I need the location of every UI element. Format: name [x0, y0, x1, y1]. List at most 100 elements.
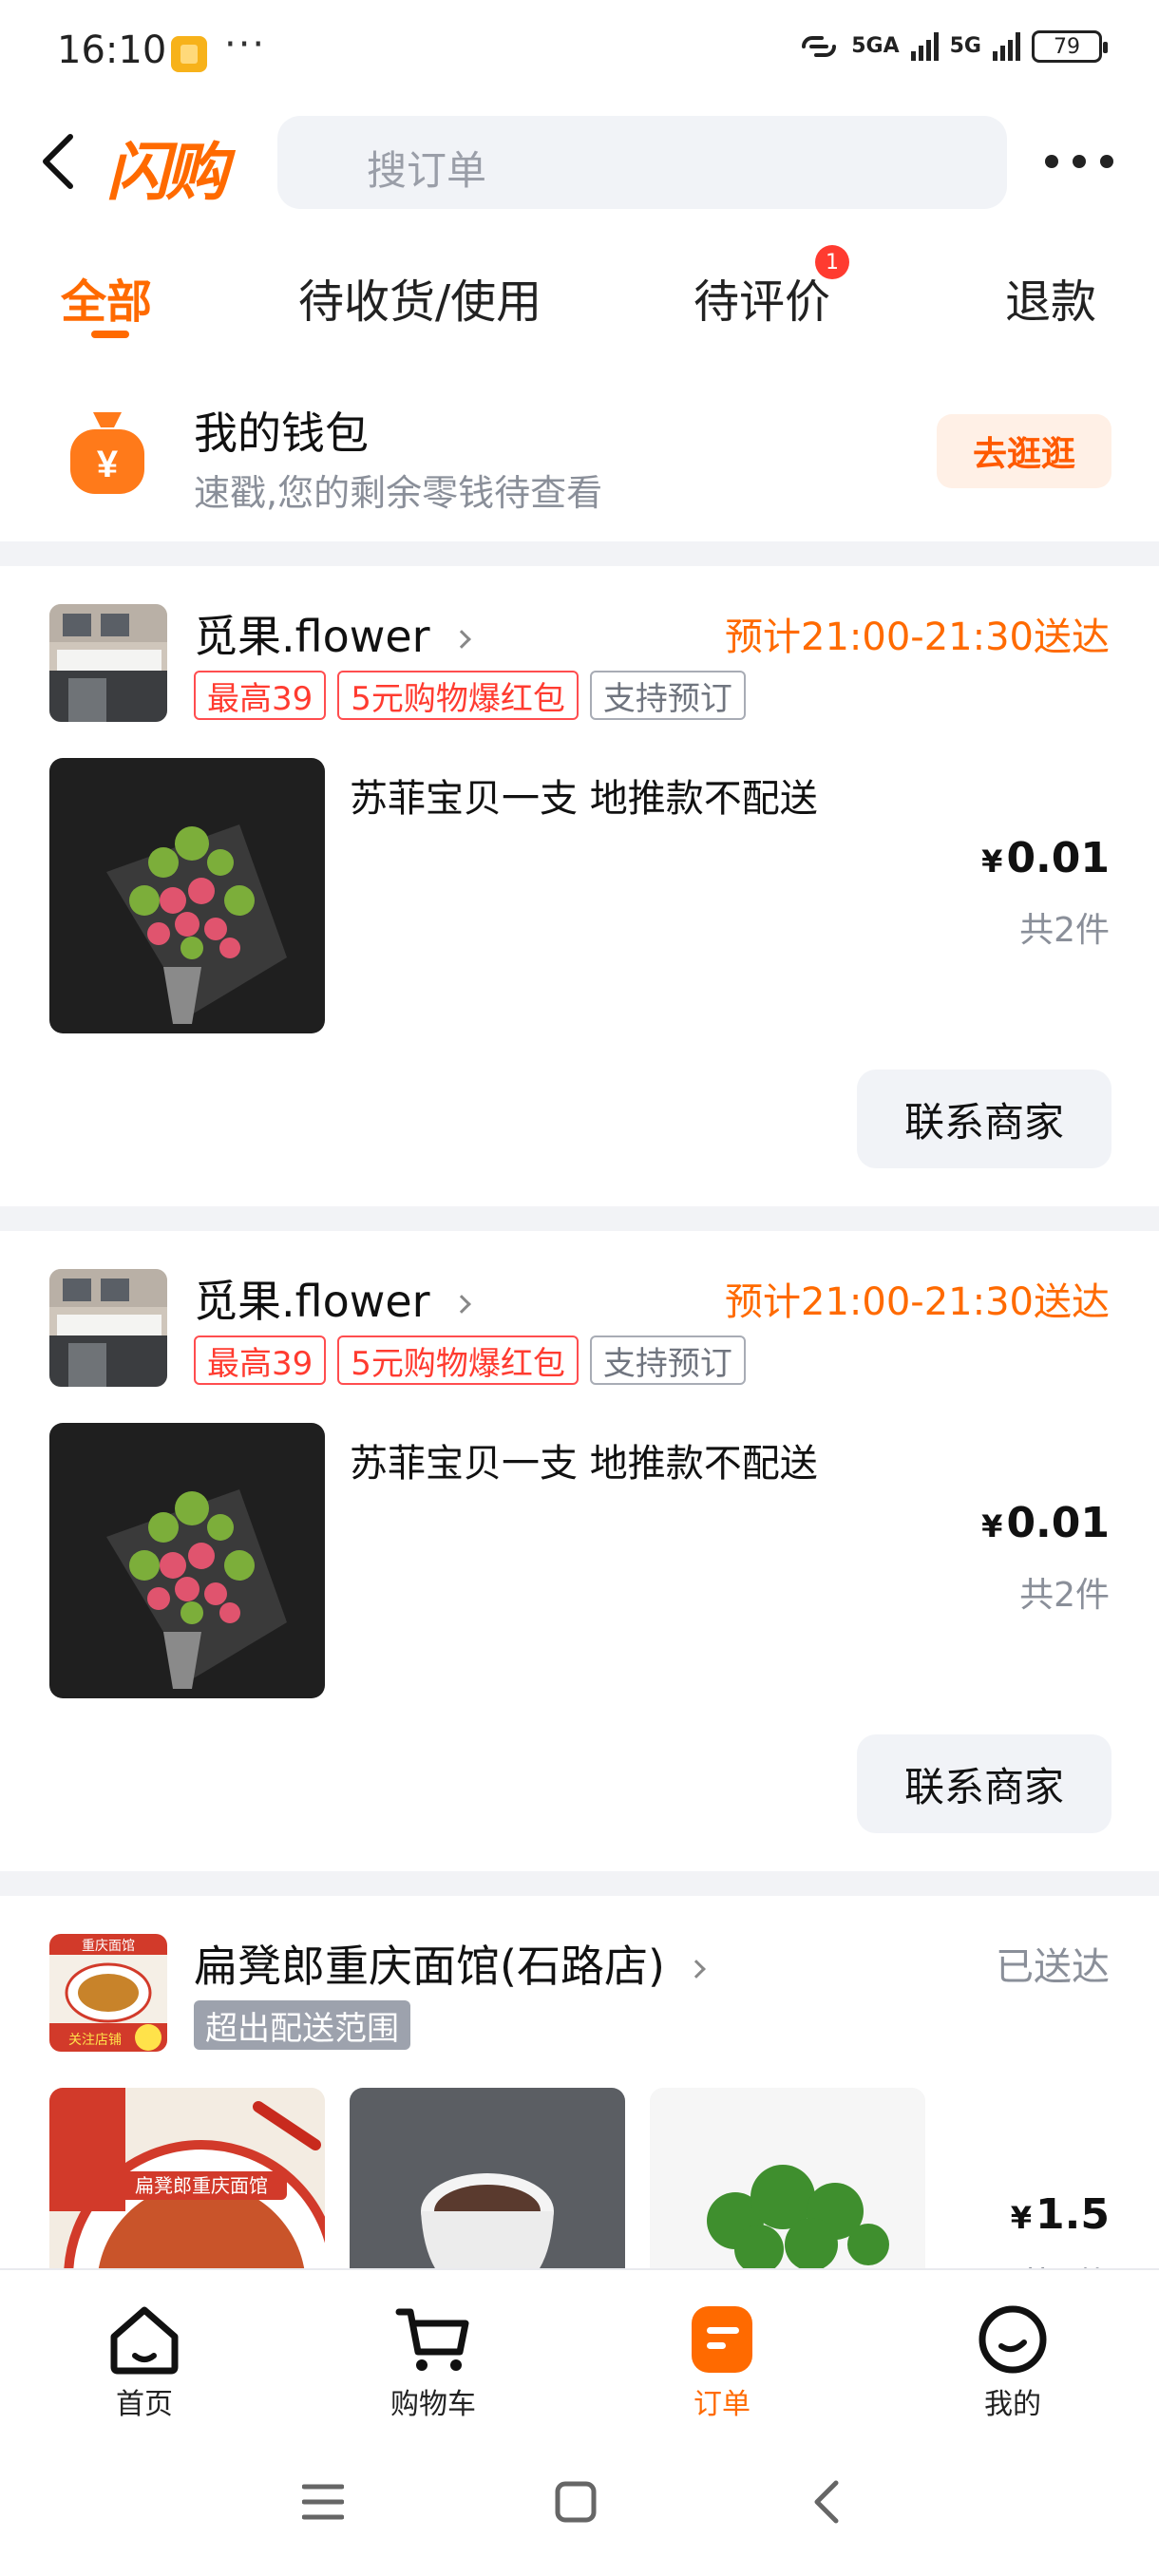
- order-card[interactable]: 觅果.flower 预计21:00-21:30送达 最高39 5元购物爆红包 支…: [0, 566, 1159, 1206]
- shop-name: 觅果.flower: [194, 611, 430, 662]
- signal-icon-2: [993, 32, 1020, 61]
- system-navigation-bar: [0, 2451, 1159, 2576]
- wallet-title: 我的钱包: [194, 407, 369, 459]
- tag-max-discount: 最高39: [194, 1335, 327, 1385]
- wallet-subtitle: 速戳,您的剩余零钱待查看: [194, 472, 603, 514]
- tab-pending-receipt[interactable]: 待收货/使用: [298, 264, 542, 331]
- tab-refund[interactable]: 退款: [1005, 264, 1096, 331]
- battery-level: 79: [1054, 34, 1080, 59]
- profile-icon: [978, 2305, 1047, 2374]
- nav-orders-label: 订单: [694, 2388, 750, 2421]
- wallet-browse-button[interactable]: 去逛逛: [937, 414, 1112, 488]
- order-card[interactable]: 重庆面馆 关注店铺 扁凳郎重庆面馆(石路店) 已送达 超出配送范围 扁凳郎重庆面…: [0, 1896, 1159, 2268]
- nav-home-label: 首页: [116, 2388, 173, 2421]
- shop-name-link[interactable]: 扁凳郎重庆面馆(石路店): [194, 1932, 706, 1995]
- active-tab-indicator: [91, 331, 129, 338]
- order-price: ¥1.5: [1011, 2190, 1110, 2239]
- home-square-icon[interactable]: [555, 2481, 597, 2523]
- chevron-right-icon: [687, 1960, 706, 1979]
- thumb-caption: 关注店铺: [68, 2033, 122, 2048]
- section-divider: [0, 1206, 1159, 1231]
- contact-merchant-button[interactable]: 联系商家: [857, 1734, 1112, 1833]
- order-price: ¥0.01: [981, 1499, 1110, 1547]
- product-name: 苏菲宝贝一支 地推款不配送: [350, 777, 818, 821]
- currency-symbol: ¥: [981, 1508, 1003, 1544]
- shop-name-link[interactable]: 觅果.flower: [194, 1267, 471, 1330]
- menu-icon[interactable]: [302, 2483, 344, 2521]
- review-count-badge: 1: [815, 245, 849, 279]
- chevron-right-icon: [451, 630, 471, 649]
- order-card[interactable]: 觅果.flower 预计21:00-21:30送达 最高39 5元购物爆红包 支…: [0, 1231, 1159, 1871]
- item-count: 共2件: [1019, 911, 1110, 950]
- shop-tags: 最高39 5元购物爆红包 支持预订: [194, 1335, 746, 1385]
- currency-symbol: ¥: [1010, 2200, 1033, 2236]
- more-dot-icon: [1100, 155, 1113, 168]
- signal-icon: [910, 32, 939, 61]
- search-placeholder: 搜订单: [367, 147, 487, 194]
- nav-home[interactable]: 首页: [68, 2304, 220, 2422]
- tab-all[interactable]: 全部: [61, 264, 152, 331]
- battery-icon: 79: [1032, 30, 1108, 63]
- network-type-2: 5G: [949, 34, 981, 58]
- item-count: 共2件: [1019, 1576, 1110, 1615]
- shop-avatar[interactable]: 重庆面馆 关注店铺: [49, 1934, 167, 2052]
- product-name: 苏菲宝贝一支 地推款不配送: [350, 1442, 818, 1486]
- cart-icon: [395, 2308, 469, 2371]
- back-arrow-icon: [43, 134, 73, 189]
- currency-symbol: ¥: [981, 843, 1003, 880]
- product-image[interactable]: [49, 758, 325, 1033]
- search-input[interactable]: 搜订单: [277, 116, 1007, 209]
- notification-app-icon: [171, 36, 207, 72]
- more-options-button[interactable]: [1045, 142, 1113, 180]
- section-divider: [0, 541, 1159, 566]
- section-divider: [0, 1871, 1159, 1896]
- item-count: 共3件: [1019, 2257, 1110, 2268]
- tag-max-discount: 最高39: [194, 671, 327, 720]
- product-image[interactable]: [650, 2088, 925, 2268]
- nav-profile-label: 我的: [984, 2388, 1041, 2421]
- tag-preorder: 支持预订: [589, 671, 746, 720]
- home-icon: [110, 2306, 179, 2375]
- chevron-right-icon: [451, 1295, 471, 1314]
- nav-cart-label: 购物车: [390, 2388, 476, 2421]
- more-dot-icon: [1073, 155, 1086, 168]
- delivery-estimate: 预计21:00-21:30送达: [725, 616, 1110, 659]
- orders-icon: [692, 2306, 752, 2373]
- status-time: 16:10: [57, 28, 167, 72]
- contact-merchant-button[interactable]: 联系商家: [857, 1070, 1112, 1168]
- product-image[interactable]: [49, 1423, 325, 1698]
- shop-avatar[interactable]: [49, 604, 167, 722]
- wallet-icon-glyph: ¥: [97, 444, 119, 485]
- price-value: 0.01: [1006, 1499, 1110, 1547]
- tag-red-packet: 5元购物爆红包: [337, 671, 579, 720]
- network-type-1: 5GA: [851, 34, 900, 58]
- order-price: ¥0.01: [981, 834, 1110, 882]
- money-bag-icon: ¥: [70, 412, 144, 494]
- price-value: 0.01: [1006, 834, 1110, 882]
- delivery-status: 已送达: [996, 1945, 1110, 1989]
- product-image[interactable]: 扁凳郎重庆面馆: [49, 2088, 325, 2268]
- more-dot-icon: [1045, 155, 1058, 168]
- thumb-label: 重庆面馆: [82, 1939, 135, 1954]
- tab-pending-review[interactable]: 待评价: [694, 264, 830, 331]
- bowl-label: 扁凳郎重庆面馆: [135, 2174, 268, 2197]
- status-indicators: 5GA 5G 79: [798, 30, 1108, 63]
- status-bar: 16:10 ··· 5GA 5G 79: [0, 0, 1159, 104]
- shop-name: 觅果.flower: [194, 1276, 430, 1327]
- app-logo: 闪购: [106, 136, 228, 209]
- more-notifications-icon: ···: [224, 23, 267, 66]
- bottom-navigation: 首页 购物车 订单 我的: [0, 2268, 1159, 2449]
- shop-name-link[interactable]: 觅果.flower: [194, 602, 471, 665]
- nav-profile[interactable]: 我的: [937, 2304, 1089, 2422]
- back-button[interactable]: [36, 133, 84, 190]
- delivery-estimate: 预计21:00-21:30送达: [725, 1280, 1110, 1324]
- product-image[interactable]: [350, 2088, 625, 2268]
- shop-avatar[interactable]: [49, 1269, 167, 1387]
- price-value: 1.5: [1036, 2190, 1110, 2239]
- shop-tags: 超出配送范围: [194, 2000, 410, 2050]
- shop-tags: 最高39 5元购物爆红包 支持预订: [194, 671, 746, 720]
- nav-orders[interactable]: 订单: [646, 2304, 798, 2422]
- nav-cart[interactable]: 购物车: [357, 2304, 509, 2422]
- back-triangle-icon[interactable]: [811, 2479, 840, 2525]
- tag-red-packet: 5元购物爆红包: [337, 1335, 579, 1385]
